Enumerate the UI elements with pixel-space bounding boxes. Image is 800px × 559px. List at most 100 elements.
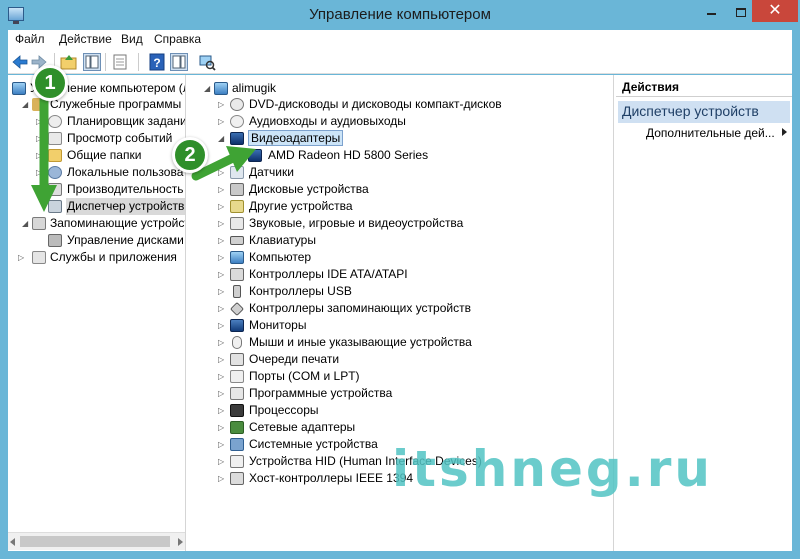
collapsed-arrow-icon[interactable]: ▷ bbox=[218, 164, 224, 181]
step-1-badge: 1 bbox=[32, 65, 68, 101]
submenu-arrow-icon[interactable] bbox=[782, 128, 787, 136]
tree-item-services-apps[interactable]: ▷ Службы и приложения bbox=[10, 249, 185, 266]
device-category-label: Порты (COM и LPT) bbox=[249, 369, 360, 383]
device-category-label: Видеоадаптеры bbox=[248, 130, 344, 146]
tree-item-label: Службы и приложения bbox=[50, 250, 177, 264]
collapsed-arrow-icon[interactable]: ▷ bbox=[218, 470, 224, 487]
ieee1394-icon bbox=[230, 472, 244, 485]
collapsed-arrow-icon[interactable]: ▷ bbox=[218, 453, 224, 470]
collapsed-arrow-icon[interactable]: ▷ bbox=[218, 181, 224, 198]
device-category-label: Аудиовходы и аудиовыходы bbox=[249, 114, 406, 128]
actions-section-device-manager[interactable]: Диспетчер устройств bbox=[618, 101, 790, 123]
device-category-label: Звуковые, игровые и видеоустройства bbox=[249, 216, 464, 230]
tree-item-shared-folders[interactable]: ▷ Общие папки bbox=[10, 147, 185, 164]
menu-view[interactable]: Вид bbox=[121, 32, 143, 46]
collapsed-arrow-icon[interactable]: ▷ bbox=[218, 368, 224, 385]
collapsed-arrow-icon[interactable]: ▷ bbox=[218, 113, 224, 130]
printer-icon bbox=[230, 353, 244, 366]
collapsed-arrow-icon[interactable]: ▷ bbox=[36, 164, 42, 181]
device-tree-root-label: alimugik bbox=[232, 81, 277, 95]
menu-bar: Файл Действие Вид Справка bbox=[8, 30, 792, 50]
horizontal-scrollbar[interactable] bbox=[8, 532, 185, 550]
clock-icon bbox=[48, 115, 62, 128]
storage-controller-icon bbox=[229, 301, 245, 317]
display-adapter-icon bbox=[248, 149, 262, 162]
tree-item-label: Запоминающие устройст bbox=[50, 216, 186, 230]
collapsed-arrow-icon[interactable]: ▷ bbox=[218, 215, 224, 232]
collapsed-arrow-icon[interactable]: ▷ bbox=[218, 300, 224, 317]
services-icon bbox=[32, 251, 46, 264]
processor-icon bbox=[230, 404, 244, 417]
back-arrow-icon[interactable] bbox=[11, 53, 29, 71]
tree-item-label: Производительность bbox=[67, 182, 184, 196]
device-category-label: Компьютер bbox=[249, 250, 312, 264]
tree-item-device-manager[interactable]: Диспетчер устройств bbox=[10, 198, 185, 215]
collapsed-arrow-icon[interactable]: ▷ bbox=[218, 283, 224, 300]
tree-item-disk-management[interactable]: Управление дисками bbox=[10, 232, 185, 249]
title-bar[interactable]: Управление компьютером ✕ bbox=[0, 0, 800, 30]
menu-action[interactable]: Действие bbox=[59, 32, 112, 46]
collapsed-arrow-icon[interactable]: ▷ bbox=[218, 266, 224, 283]
expanded-arrow-icon[interactable]: ◢ bbox=[22, 215, 28, 232]
collapsed-arrow-icon[interactable]: ▷ bbox=[218, 334, 224, 351]
scan-hardware-icon[interactable] bbox=[198, 53, 216, 71]
expanded-arrow-icon[interactable]: ◢ bbox=[218, 130, 224, 147]
menu-file[interactable]: Файл bbox=[15, 32, 45, 46]
menu-help[interactable]: Справка bbox=[154, 32, 201, 46]
collapsed-arrow-icon[interactable]: ▷ bbox=[218, 232, 224, 249]
tree-item-task-scheduler[interactable]: ▷ Планировщик заданий bbox=[10, 113, 185, 130]
expanded-arrow-icon[interactable]: ◢ bbox=[22, 96, 28, 113]
expanded-arrow-icon[interactable]: ◢ bbox=[204, 80, 210, 97]
collapsed-arrow-icon[interactable]: ▷ bbox=[218, 436, 224, 453]
folder-up-icon[interactable] bbox=[60, 53, 78, 71]
device-category-label: Датчики bbox=[249, 165, 294, 179]
help-icon[interactable]: ? bbox=[148, 53, 166, 71]
tree-item-performance[interactable]: ▷ Производительность bbox=[10, 181, 185, 198]
more-actions-link[interactable]: Дополнительные дей... bbox=[646, 126, 776, 140]
tree-item-storage[interactable]: ◢ Запоминающие устройст bbox=[10, 215, 186, 232]
scroll-right-icon[interactable] bbox=[178, 538, 183, 546]
collapsed-arrow-icon[interactable]: ▷ bbox=[218, 385, 224, 402]
device-category-label: Очереди печати bbox=[249, 352, 340, 366]
device-category-label: Мониторы bbox=[249, 318, 307, 332]
action-pane-icon[interactable] bbox=[170, 53, 188, 71]
computer-icon bbox=[214, 82, 228, 95]
device-category-label: Процессоры bbox=[249, 403, 319, 417]
collapsed-arrow-icon[interactable]: ▷ bbox=[36, 147, 42, 164]
collapsed-arrow-icon[interactable]: ▷ bbox=[218, 402, 224, 419]
device-category-label: Клавиатуры bbox=[249, 233, 316, 247]
device-category-label: Контроллеры запоминающих устройств bbox=[249, 301, 471, 315]
device-category-label: Другие устройства bbox=[249, 199, 353, 213]
collapsed-arrow-icon[interactable]: ▷ bbox=[18, 249, 24, 266]
show-tree-icon[interactable] bbox=[83, 53, 101, 71]
collapsed-arrow-icon[interactable]: ▷ bbox=[218, 249, 224, 266]
collapsed-arrow-icon[interactable]: ▷ bbox=[36, 181, 42, 198]
tree-item-system-tools[interactable]: ◢ Служебные программы bbox=[10, 96, 185, 113]
shared-folder-icon bbox=[48, 149, 62, 162]
scroll-left-icon[interactable] bbox=[10, 538, 15, 546]
export-list-icon[interactable] bbox=[111, 53, 129, 71]
storage-icon bbox=[32, 217, 46, 230]
collapsed-arrow-icon[interactable]: ▷ bbox=[36, 130, 42, 147]
tree-item-label: Диспетчер устройств bbox=[66, 198, 185, 215]
mouse-icon bbox=[232, 336, 242, 349]
collapsed-arrow-icon[interactable]: ▷ bbox=[218, 419, 224, 436]
collapsed-arrow-icon[interactable]: ▷ bbox=[36, 113, 42, 130]
collapsed-arrow-icon[interactable]: ▷ bbox=[218, 351, 224, 368]
display-adapter-icon bbox=[230, 132, 244, 145]
window-title: Управление компьютером bbox=[309, 6, 491, 23]
device-category-label: Мыши и иные указывающие устройства bbox=[249, 335, 472, 349]
scrollbar-thumb[interactable] bbox=[20, 536, 170, 547]
device-category-label: Контроллеры USB bbox=[249, 284, 352, 298]
close-button[interactable]: ✕ bbox=[752, 0, 798, 22]
collapsed-arrow-icon[interactable]: ▷ bbox=[218, 198, 224, 215]
software-device-icon bbox=[230, 387, 244, 400]
performance-icon bbox=[48, 183, 62, 196]
speaker-icon bbox=[230, 217, 244, 230]
collapsed-arrow-icon[interactable]: ▷ bbox=[218, 317, 224, 334]
tree-item-event-viewer[interactable]: ▷ Просмотр событий bbox=[10, 130, 185, 147]
collapsed-arrow-icon[interactable]: ▷ bbox=[218, 96, 224, 113]
minimize-button[interactable] bbox=[696, 0, 726, 22]
maximize-icon bbox=[736, 7, 746, 17]
tree-item-local-users[interactable]: ▷ Локальные пользовате bbox=[10, 164, 185, 181]
